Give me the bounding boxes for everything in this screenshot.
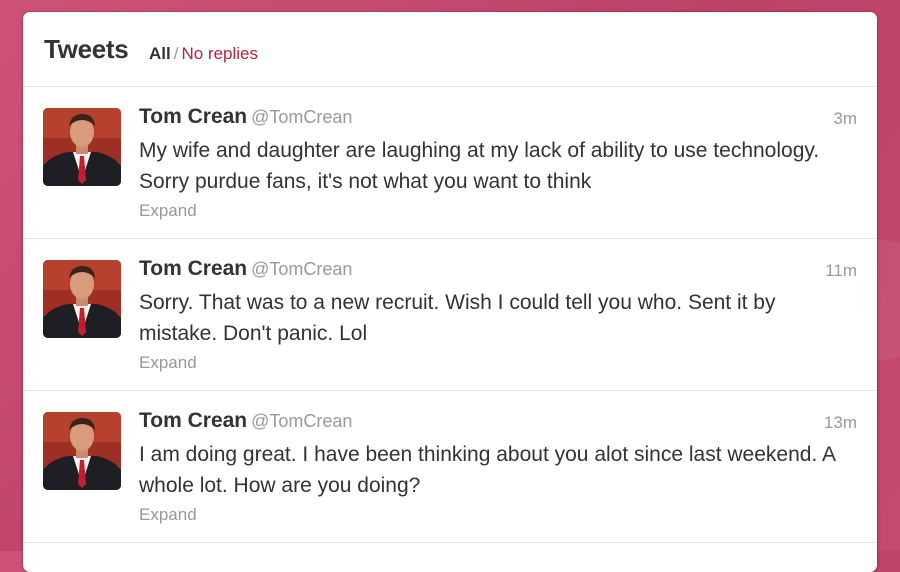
filter-all-link[interactable]: All bbox=[149, 44, 171, 63]
avatar-image bbox=[43, 260, 121, 338]
avatar[interactable] bbox=[43, 108, 121, 186]
author-handle[interactable]: @TomCrean bbox=[251, 107, 352, 127]
author-name[interactable]: Tom Crean bbox=[139, 257, 247, 280]
tweet-author[interactable]: Tom Crean @TomCrean bbox=[139, 257, 352, 281]
tweet-item[interactable]: Tom Crean @TomCrean 3m My wife and daught… bbox=[23, 87, 877, 239]
expand-link[interactable]: Expand bbox=[139, 201, 197, 221]
tweets-title: Tweets bbox=[44, 34, 129, 64]
filter-separator: / bbox=[173, 44, 179, 63]
author-name[interactable]: Tom Crean bbox=[139, 105, 247, 128]
tweet-timestamp[interactable]: 3m bbox=[833, 109, 857, 129]
tweet-filters: All / No replies bbox=[149, 44, 258, 64]
author-handle[interactable]: @TomCrean bbox=[251, 411, 352, 431]
tweet-item[interactable]: Tom Crean @TomCrean 11m Sorry. That was t… bbox=[23, 239, 877, 391]
expand-link[interactable]: Expand bbox=[139, 353, 197, 373]
tweet-author[interactable]: Tom Crean @TomCrean bbox=[139, 105, 352, 129]
avatar-image bbox=[43, 412, 121, 490]
avatar[interactable] bbox=[43, 412, 121, 490]
tweet-text: I am doing great. I have been thinking a… bbox=[139, 443, 835, 497]
author-name[interactable]: Tom Crean bbox=[139, 409, 247, 432]
tweet-text: Sorry. That was to a new recruit. Wish I… bbox=[139, 291, 776, 345]
tweet-author[interactable]: Tom Crean @TomCrean bbox=[139, 409, 352, 433]
tweets-header: Tweets All / No replies bbox=[23, 12, 877, 87]
author-handle[interactable]: @TomCrean bbox=[251, 259, 352, 279]
expand-link[interactable]: Expand bbox=[139, 505, 197, 525]
tweet-text: My wife and daughter are laughing at my … bbox=[139, 139, 820, 193]
filter-no-replies-link[interactable]: No replies bbox=[181, 44, 258, 63]
avatar[interactable] bbox=[43, 260, 121, 338]
tweet-timestamp[interactable]: 13m bbox=[824, 413, 857, 433]
avatar-image bbox=[43, 108, 121, 186]
tweets-panel: Tweets All / No replies Tom Crean @TomCrean… bbox=[23, 12, 877, 572]
tweet-item[interactable]: Tom Crean @TomCrean 13m I am doing great.… bbox=[23, 391, 877, 543]
tweet-timestamp[interactable]: 11m bbox=[825, 261, 857, 281]
